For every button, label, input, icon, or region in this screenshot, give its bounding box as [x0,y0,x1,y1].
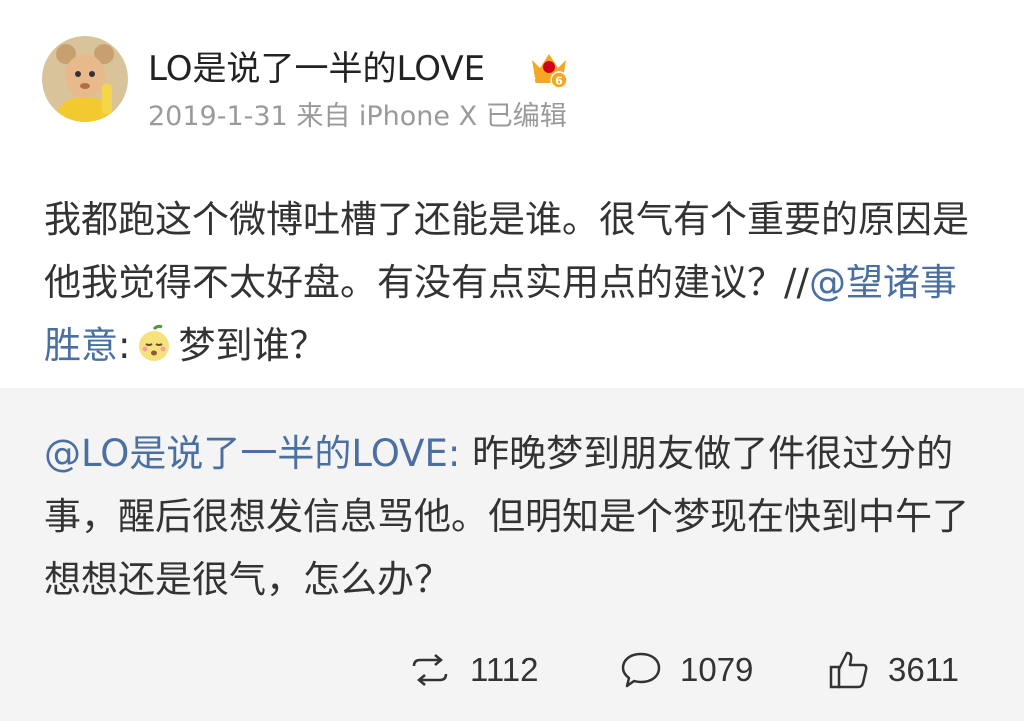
quoted-mention-link[interactable]: @LO是说了一半的LOVE: [44,432,460,475]
post-meta: 2019-1-31 来自 iPhone X 已编辑 [148,101,567,132]
post-header: LO是说了一半的LOVE 6 2019-1-31 来自 iPhone X 已编辑 [0,0,1024,150]
quoted-post[interactable]: @LO是说了一半的LOVE: 昨晚梦到朋友做了件很过分的事，醒后很想发信息骂他。… [0,388,1024,721]
vip-crown-icon: 6 [528,48,570,90]
colon: : [118,324,131,367]
repost-count: 1112 [470,651,539,688]
quoted-text: @LO是说了一半的LOVE: 昨晚梦到朋友做了件很过分的事，醒后很想发信息骂他。… [44,422,984,611]
comment-button[interactable]: 1079 [620,640,753,700]
like-icon [828,649,870,691]
post-text-tail: 梦到谁？ [178,324,327,367]
post-body: 我都跑这个微博吐槽了还能是谁。很气有个重要的原因是他我觉得不太好盘。有没有点实用… [44,188,984,377]
repost-button[interactable]: 1112 [408,640,539,700]
action-bar: 1112 1079 3611 [0,640,1024,700]
like-button[interactable]: 3611 [828,640,959,700]
repost-icon [408,652,452,688]
comment-icon [620,650,662,690]
username[interactable]: LO是说了一半的LOVE [148,49,485,89]
sleepy-fruit-emoji-icon [134,320,174,361]
like-count: 3611 [888,651,959,688]
avatar[interactable] [42,36,128,122]
svg-text:6: 6 [555,75,563,88]
comment-count: 1079 [680,651,754,688]
